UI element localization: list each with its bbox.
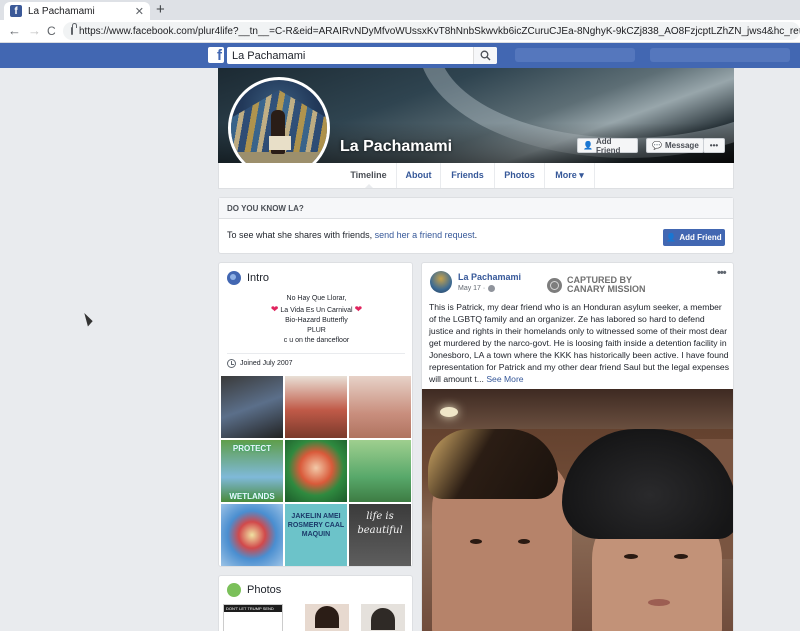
- back-arrow-icon[interactable]: ←: [8, 23, 21, 39]
- blurred-region: [515, 48, 635, 62]
- intro-title: Intro: [247, 272, 270, 284]
- add-person-icon: 👤: [583, 141, 593, 150]
- facebook-favicon-icon: f: [10, 5, 22, 17]
- watermark: CAPTURED BY CANARY MISSION: [547, 276, 646, 294]
- heart-icon: ❤: [270, 304, 279, 314]
- browser-tab-bar: f La Pachamami ✕ +: [0, 0, 800, 20]
- tab-friends[interactable]: Friends: [441, 163, 495, 188]
- intro-photo[interactable]: [349, 440, 411, 502]
- tab-title: La Pachamami: [28, 5, 95, 17]
- post-date[interactable]: May 17 ·: [458, 285, 496, 292]
- add-friend-button[interactable]: 👤 Add Friend: [577, 137, 638, 155]
- friend-request-link[interactable]: send her a friend request: [375, 230, 475, 240]
- do-you-know-card: DO YOU KNOW LA? To see what she shares w…: [218, 197, 734, 254]
- tab-about[interactable]: About: [397, 163, 441, 188]
- search-button[interactable]: [473, 47, 497, 64]
- tab-more[interactable]: More ▾: [545, 163, 595, 188]
- facebook-top-bar: f La Pachamami: [0, 43, 800, 68]
- tab-photos[interactable]: Photos: [495, 163, 545, 188]
- post-menu-icon[interactable]: •••: [717, 267, 727, 279]
- new-tab-button[interactable]: +: [156, 2, 165, 18]
- do-you-know-text: To see what she shares with friends, sen…: [227, 230, 478, 240]
- lock-icon: [71, 23, 77, 35]
- heart-icon: ❤: [354, 304, 363, 314]
- intro-photo[interactable]: life is beautiful: [349, 504, 411, 566]
- intro-photo[interactable]: [221, 376, 283, 438]
- reload-icon[interactable]: C: [47, 23, 56, 39]
- bio-text: No Hay Que Llorar, ❤ La Vida Es Un Carni…: [270, 295, 363, 344]
- photos-icon: [227, 583, 241, 597]
- tab-timeline[interactable]: Timeline: [341, 163, 397, 188]
- intro-photo-grid: PROTECT WETLANDS JAKELIN AMEI ROSMERY CA…: [221, 376, 411, 566]
- add-person-icon: 👤: [666, 233, 677, 242]
- more-options-button[interactable]: •••: [703, 138, 725, 153]
- post-author-avatar[interactable]: [430, 271, 452, 293]
- public-globe-icon: [488, 285, 496, 292]
- add-friend-button-secondary[interactable]: 👤 Add Friend: [663, 229, 725, 246]
- more-dots-icon: •••: [709, 141, 719, 150]
- intro-photo[interactable]: [285, 376, 347, 438]
- search-icon: [480, 50, 491, 61]
- profile-nav: Timeline About Friends Photos More ▾: [218, 163, 734, 189]
- url-text: https://www.facebook.com/plur4life?__tn_…: [79, 25, 800, 37]
- post-photo[interactable]: [422, 389, 733, 631]
- tab-close-icon[interactable]: ✕: [135, 5, 144, 18]
- messenger-icon: 💬: [652, 141, 662, 150]
- post-body: This is Patrick, my dear friend who is a…: [429, 302, 730, 384]
- message-button[interactable]: 💬 Message: [646, 138, 704, 153]
- intro-photo[interactable]: [349, 376, 411, 438]
- photos-title: Photos: [247, 584, 282, 596]
- photo-thumbnail[interactable]: DON'T LET TRUMP SEND BILLIONS MORE FOR D…: [223, 604, 283, 631]
- browser-address-bar: ← → C https://www.facebook.com/plur4life…: [0, 20, 800, 43]
- intro-photo[interactable]: [285, 440, 347, 502]
- joined-date: Joined July 2007: [227, 359, 293, 368]
- intro-card: Intro No Hay Que Llorar, ❤ La Vida Es Un…: [218, 262, 413, 567]
- photo-thumbnail[interactable]: [305, 604, 349, 631]
- photo-thumbnail[interactable]: [361, 604, 405, 631]
- profile-name[interactable]: La Pachamami: [340, 138, 452, 156]
- photos-card: Photos DON'T LET TRUMP SEND BILLIONS MOR…: [218, 575, 413, 631]
- browser-tab[interactable]: f La Pachamami ✕: [4, 2, 150, 20]
- facebook-search-input[interactable]: La Pachamami: [227, 47, 497, 64]
- blurred-region: [650, 48, 790, 62]
- intro-photo[interactable]: JAKELIN AMEI ROSMERY CAAL MAQUIN: [285, 504, 347, 566]
- mouse-cursor-icon: [84, 311, 94, 327]
- forward-arrow-icon[interactable]: →: [28, 23, 41, 39]
- intro-photo[interactable]: [221, 504, 283, 566]
- divider: [227, 353, 405, 354]
- canary-mission-seal-icon: [547, 277, 562, 293]
- facebook-logo-icon[interactable]: f: [208, 47, 224, 63]
- post-author-name[interactable]: La Pachamami: [458, 272, 521, 282]
- globe-icon: [227, 271, 241, 285]
- url-field[interactable]: https://www.facebook.com/plur4life?__tn_…: [63, 22, 800, 40]
- clock-icon: [227, 359, 236, 368]
- see-more-link[interactable]: See More: [486, 374, 523, 384]
- timeline-post: La Pachamami May 17 · ••• CAPTURED BY CAN…: [421, 262, 734, 631]
- intro-photo[interactable]: PROTECT WETLANDS: [221, 440, 283, 502]
- do-you-know-header: DO YOU KNOW LA?: [219, 198, 733, 219]
